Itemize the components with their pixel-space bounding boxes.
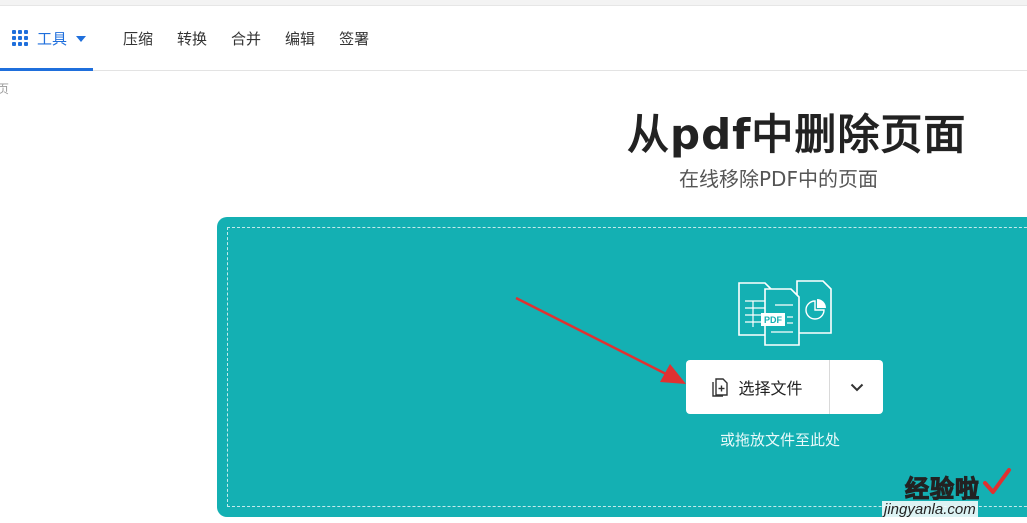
apps-grid-icon — [12, 30, 28, 46]
watermark-title: 经验啦 — [905, 475, 980, 504]
pdf-badge-text: PDF — [764, 315, 783, 325]
tools-menu-label: 工具 — [37, 29, 68, 48]
watermark-url: jingyanla.com — [882, 501, 978, 518]
tools-menu-button[interactable]: 工具 — [0, 6, 93, 71]
chevron-down-icon — [850, 383, 863, 391]
nav-link-edit[interactable]: 编辑 — [285, 28, 315, 49]
check-mark-icon — [983, 468, 1011, 494]
nav-links: 压缩 转换 合并 编辑 签署 — [123, 6, 393, 70]
site-watermark: 经验啦 jingyanla.com — [872, 465, 1027, 523]
breadcrumb-fragment: 页 — [0, 82, 10, 96]
drop-hint-text: 或拖放文件至此处 — [720, 431, 841, 449]
top-navbar: 工具 压缩 转换 合并 编辑 签署 — [0, 6, 1027, 71]
upload-source-dropdown-button[interactable] — [830, 360, 883, 414]
red-annotation-arrow — [515, 296, 686, 384]
document-files-icon: PDF — [738, 280, 832, 346]
nav-link-merge[interactable]: 合并 — [231, 28, 261, 49]
choose-file-button[interactable]: 选择文件 — [686, 360, 829, 414]
page-title: 从pdf中删除页面 — [627, 110, 967, 159]
file-plus-icon — [712, 378, 729, 397]
nav-link-convert[interactable]: 转换 — [177, 28, 207, 49]
nav-link-sign[interactable]: 签署 — [339, 28, 369, 49]
choose-file-label: 选择文件 — [738, 379, 803, 398]
caret-down-icon — [76, 36, 87, 42]
nav-link-compress[interactable]: 压缩 — [123, 28, 153, 49]
page-subtitle: 在线移除PDF中的页面 — [679, 167, 878, 191]
